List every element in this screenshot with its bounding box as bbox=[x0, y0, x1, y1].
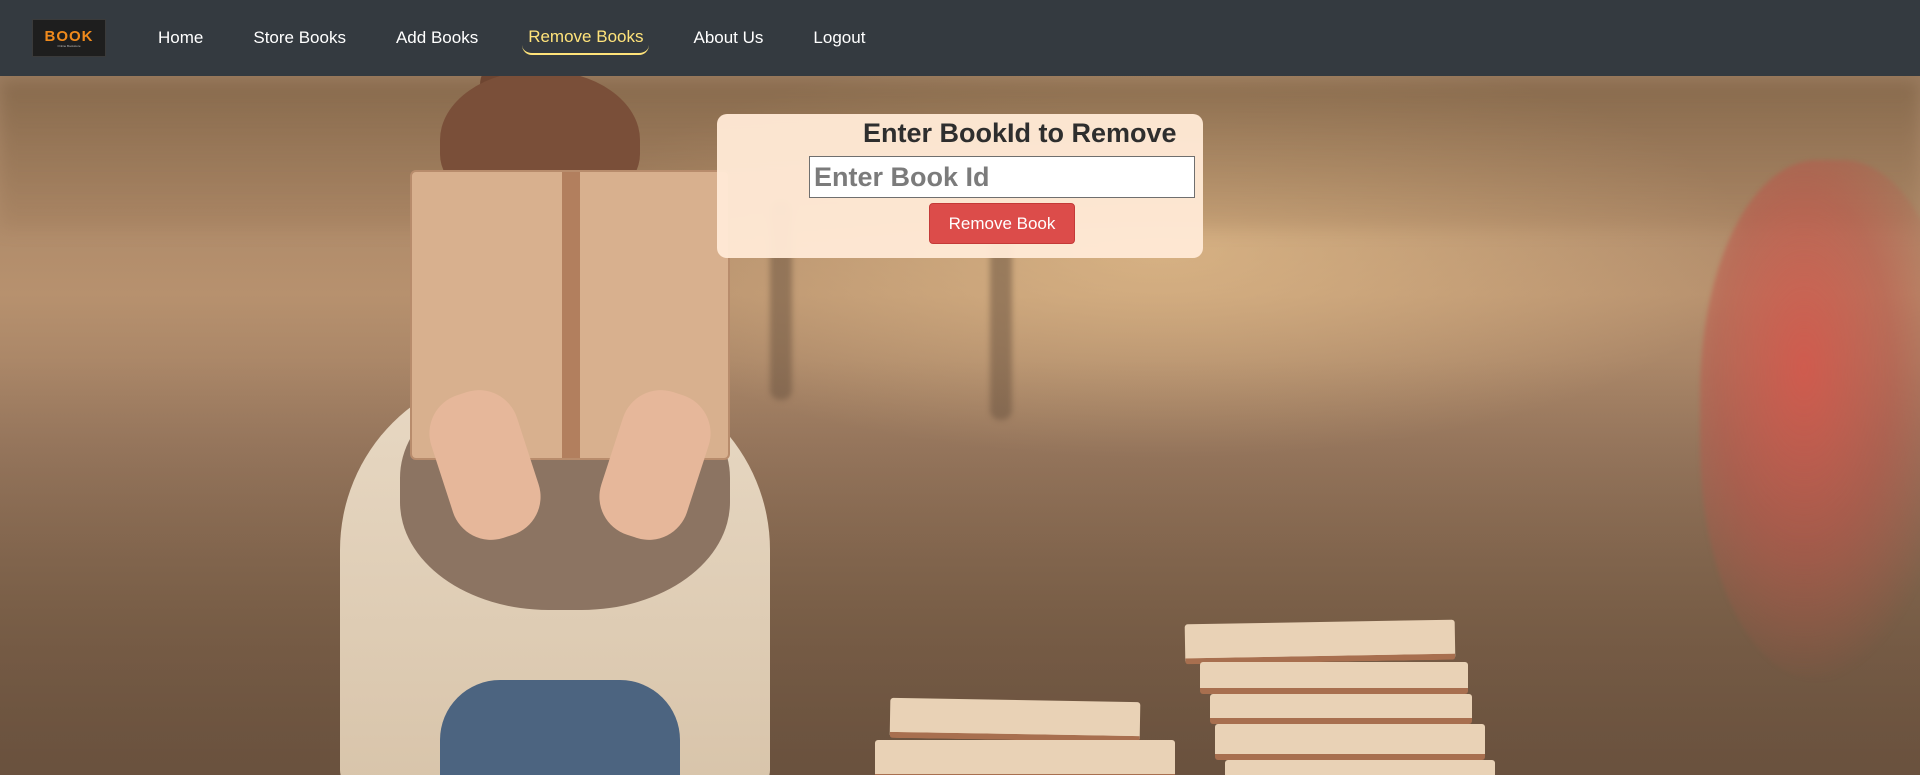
nav-add-books-link[interactable]: Add Books bbox=[390, 22, 484, 54]
jeans bbox=[440, 680, 680, 775]
nav-links: Home Store Books Add Books Remove Books … bbox=[152, 21, 909, 55]
site-logo[interactable]: BOOK Online Bookstore bbox=[32, 19, 106, 57]
stacked-book bbox=[1200, 662, 1468, 694]
remove-book-title: Enter BookId to Remove bbox=[863, 118, 1177, 148]
stacked-book bbox=[1215, 724, 1485, 760]
nav-store-books-link[interactable]: Store Books bbox=[247, 22, 352, 54]
stacked-book bbox=[1184, 619, 1456, 665]
remove-book-button[interactable]: Remove Book bbox=[929, 203, 1075, 244]
nav-remove-books-link[interactable]: Remove Books bbox=[522, 21, 650, 55]
top-navbar: BOOK Online Bookstore Home Store Books A… bbox=[0, 0, 1920, 76]
stacked-book bbox=[889, 697, 1141, 743]
nav-about-us-link[interactable]: About Us bbox=[687, 22, 769, 54]
logo-tagline: Online Bookstore bbox=[57, 43, 81, 48]
logo-text: BOOK bbox=[44, 27, 94, 45]
nav-logout-link[interactable]: Logout bbox=[807, 22, 871, 54]
stacked-book bbox=[1210, 694, 1472, 724]
stacked-book bbox=[1225, 760, 1495, 775]
remove-book-card: Enter BookId to Remove Remove Book bbox=[717, 114, 1203, 258]
red-foliage bbox=[1700, 160, 1920, 680]
stacked-book bbox=[875, 740, 1175, 775]
nav-home-link[interactable]: Home bbox=[152, 22, 209, 54]
book-id-input[interactable] bbox=[809, 156, 1195, 198]
